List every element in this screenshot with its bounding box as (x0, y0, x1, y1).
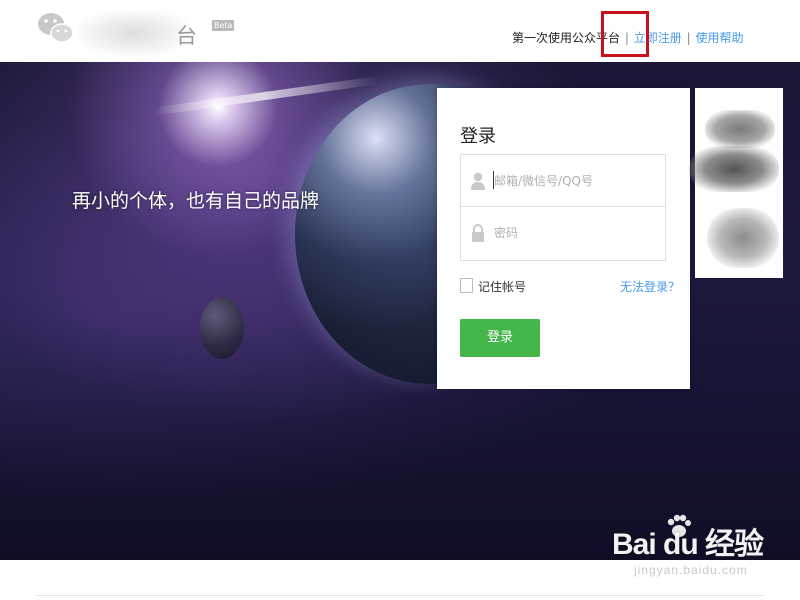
wechat-logo-icon (38, 13, 74, 43)
qr-blur-overlay (707, 208, 779, 268)
watermark-url: jingyan.baidu.com (634, 563, 748, 577)
remember-checkbox[interactable] (460, 278, 473, 293)
qr-code-panel (689, 88, 783, 278)
watermark-brand: Bai du 经验 (612, 528, 764, 561)
beta-badge: Beta (212, 20, 235, 31)
username-field[interactable] (460, 154, 666, 207)
nav-separator: | (686, 31, 691, 45)
register-highlight-box (601, 11, 649, 57)
login-panel: 登录 记住帐号 无法登录？ 登录 (437, 88, 690, 389)
qr-blur-overlay (705, 110, 775, 148)
qr-blur-overlay (689, 146, 779, 192)
banner-slogan: 再小的个体，也有自己的品牌 (72, 190, 320, 212)
logo-blur-overlay (78, 10, 190, 56)
cannot-login-link[interactable]: 无法登录？ (620, 278, 680, 295)
lock-icon (472, 224, 484, 242)
remember-label: 记住帐号 (478, 280, 527, 294)
help-link[interactable]: 使用帮助 (695, 31, 743, 45)
moon-illustration (200, 297, 244, 359)
star-glow (150, 76, 380, 116)
password-field[interactable] (460, 207, 666, 261)
top-header: 台 Beta 第一次使用公众平台 | 立即注册 | 使用帮助 (0, 0, 800, 62)
baidu-jingyan-watermark: Bai du 经验 jingyan.baidu.com (612, 514, 792, 585)
password-input[interactable] (494, 220, 659, 246)
logo-text: 台 (176, 24, 197, 48)
login-title: 登录 (460, 126, 496, 147)
username-input[interactable] (494, 168, 659, 194)
site-logo[interactable]: 台 Beta (36, 8, 235, 56)
login-button[interactable]: 登录 (460, 319, 540, 357)
footer-divider (36, 595, 764, 596)
user-icon (471, 172, 485, 190)
